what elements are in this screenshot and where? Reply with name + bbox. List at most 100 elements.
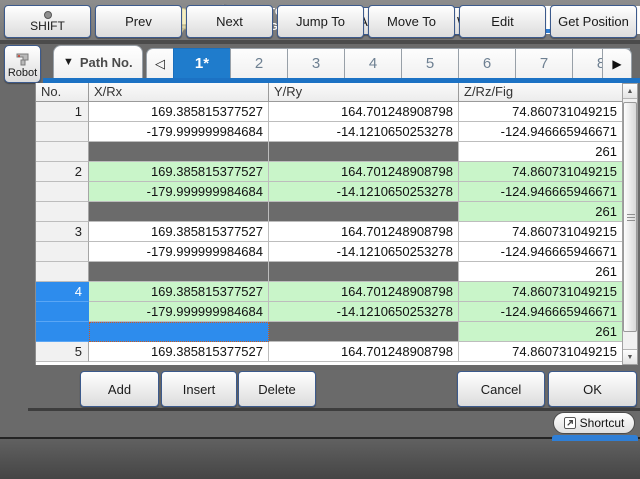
scroll-up-arrow[interactable]: ▲ (623, 84, 637, 99)
tab-path-3[interactable]: 3 (287, 48, 345, 78)
tab-path-6[interactable]: 6 (458, 48, 516, 78)
next-button[interactable]: Next (186, 5, 273, 38)
cell-ry[interactable]: -14.1210650253278 (269, 182, 459, 202)
path-no-label: Path No. (80, 55, 133, 70)
insert-button[interactable]: Insert (161, 371, 237, 407)
cell-y[interactable]: 164.701248908798 (269, 162, 459, 182)
table-row: 261 (36, 202, 622, 222)
tab-path-4[interactable]: 4 (344, 48, 402, 78)
tab-path-2[interactable]: 2 (230, 48, 288, 78)
jump-to-button[interactable]: Jump To (277, 5, 364, 38)
row-number-cell-selected[interactable]: 4 (36, 282, 89, 302)
cell-rz[interactable]: -124.946665946671 (459, 122, 623, 142)
row-number-cell[interactable] (36, 182, 89, 202)
cell-z[interactable]: 74.860731049215 (459, 102, 623, 122)
cell-rx[interactable]: -179.999999984684 (89, 122, 269, 142)
row-number-cell-selected[interactable] (36, 302, 89, 322)
cell-y[interactable]: 164.701248908798 (269, 342, 459, 362)
cell-x[interactable]: 169.385815377527 (89, 162, 269, 182)
position-table: No. X/Rx Y/Ry Z/Rz/Fig 1 169.38581537752… (35, 83, 622, 365)
cell-rz[interactable]: -124.946665946671 (459, 182, 623, 202)
robot-panel-button[interactable]: Robot (4, 45, 41, 83)
tab-scroll-left-button[interactable]: ◁ (146, 48, 174, 78)
tab-path-7[interactable]: 7 (515, 48, 573, 78)
filler-cell (269, 262, 459, 282)
scrollbar-grip-icon (627, 214, 635, 222)
teach-pendant-screen: NORMAL TP PRTCT EMG (0, 0, 640, 479)
col-header-xrx: X/Rx (89, 83, 269, 102)
cell-fig[interactable]: 261 (459, 262, 623, 282)
selected-cell[interactable] (89, 322, 269, 342)
row-number-cell[interactable] (36, 262, 89, 282)
panel-separator (28, 408, 640, 411)
cell-ry[interactable]: -14.1210650253278 (269, 242, 459, 262)
cell-z[interactable]: 74.860731049215 (459, 162, 623, 182)
table-header-row: No. X/Rx Y/Ry Z/Rz/Fig (36, 83, 622, 102)
robot-button-label: Robot (8, 67, 37, 79)
filler-cell (269, 202, 459, 222)
cell-z[interactable]: 74.860731049215 (459, 282, 623, 302)
cell-rz[interactable]: -124.946665946671 (459, 302, 623, 322)
table-row: 3 169.385815377527 164.701248908798 74.8… (36, 222, 622, 242)
cell-fig[interactable]: 261 (459, 142, 623, 162)
col-header-yry: Y/Ry (269, 83, 459, 102)
cell-rz[interactable]: -124.946665946671 (459, 242, 623, 262)
cell-x[interactable]: 169.385815377527 (89, 342, 269, 362)
row-number-cell[interactable]: 1 (36, 102, 89, 122)
cell-y[interactable]: 164.701248908798 (269, 102, 459, 122)
get-position-button[interactable]: Get Position (550, 5, 637, 38)
tab-path-1[interactable]: 1* (173, 48, 231, 78)
table-row: 261 (36, 262, 622, 282)
scrollbar-thumb[interactable] (623, 102, 637, 332)
cell-y[interactable]: 164.701248908798 (269, 222, 459, 242)
cell-y[interactable]: 164.701248908798 (269, 282, 459, 302)
row-number-cell[interactable] (36, 202, 89, 222)
row-number-cell[interactable] (36, 142, 89, 162)
scroll-down-arrow[interactable]: ▼ (623, 349, 637, 364)
bottom-function-bar (0, 437, 640, 479)
filler-cell (269, 322, 459, 342)
shortcut-button[interactable]: Shortcut (553, 412, 635, 434)
row-number-cell[interactable] (36, 122, 89, 142)
cell-rx[interactable]: -179.999999984684 (89, 182, 269, 202)
row-number-cell[interactable] (36, 242, 89, 262)
shortcut-label: Shortcut (580, 416, 625, 430)
prev-button[interactable]: Prev (95, 5, 182, 38)
col-header-zrzfig: Z/Rz/Fig (459, 83, 623, 102)
row-number-cell[interactable]: 5 (36, 342, 89, 362)
table-row-selected: 4 169.385815377527 164.701248908798 74.8… (36, 282, 622, 302)
ok-button[interactable]: OK (548, 371, 637, 407)
cell-x[interactable]: 169.385815377527 (89, 102, 269, 122)
cell-fig[interactable]: 261 (459, 202, 623, 222)
shortcut-icon (564, 417, 576, 429)
delete-button[interactable]: Delete (238, 371, 316, 407)
cell-rx[interactable]: -179.999999984684 (89, 242, 269, 262)
cell-x[interactable]: 169.385815377527 (89, 222, 269, 242)
shift-led-icon (44, 11, 52, 19)
cancel-button[interactable]: Cancel (457, 371, 545, 407)
cell-ry[interactable]: -14.1210650253278 (269, 122, 459, 142)
row-number-cell[interactable]: 3 (36, 222, 89, 242)
move-to-button[interactable]: Move To (368, 5, 455, 38)
row-number-cell[interactable]: 2 (36, 162, 89, 182)
cell-x[interactable]: 169.385815377527 (89, 282, 269, 302)
shift-button[interactable]: SHIFT (4, 5, 91, 38)
cell-z[interactable]: 74.860731049215 (459, 342, 623, 362)
table-row: 5 169.385815377527 164.701248908798 74.8… (36, 342, 622, 362)
add-button[interactable]: Add (80, 371, 159, 407)
cell-rx[interactable]: -179.999999984684 (89, 302, 269, 322)
shift-label: SHIFT (30, 20, 65, 33)
tab-scroll-right-button[interactable]: ▶ (602, 48, 632, 78)
table-row: 1 169.385815377527 164.701248908798 74.8… (36, 102, 622, 122)
tab-path-5[interactable]: 5 (401, 48, 459, 78)
path-no-dropdown-tab[interactable]: ▼ Path No. (53, 45, 143, 78)
edit-button[interactable]: Edit (459, 5, 546, 38)
cell-z[interactable]: 74.860731049215 (459, 222, 623, 242)
dropdown-triangle-icon: ▼ (63, 56, 74, 68)
cell-fig[interactable]: 261 (459, 322, 623, 342)
table-row-selected: -179.999999984684 -14.1210650253278 -124… (36, 302, 622, 322)
cell-ry[interactable]: -14.1210650253278 (269, 302, 459, 322)
filler-cell (89, 262, 269, 282)
row-number-cell-selected[interactable] (36, 322, 89, 342)
table-scrollbar[interactable]: ▲ ▼ (622, 83, 638, 365)
